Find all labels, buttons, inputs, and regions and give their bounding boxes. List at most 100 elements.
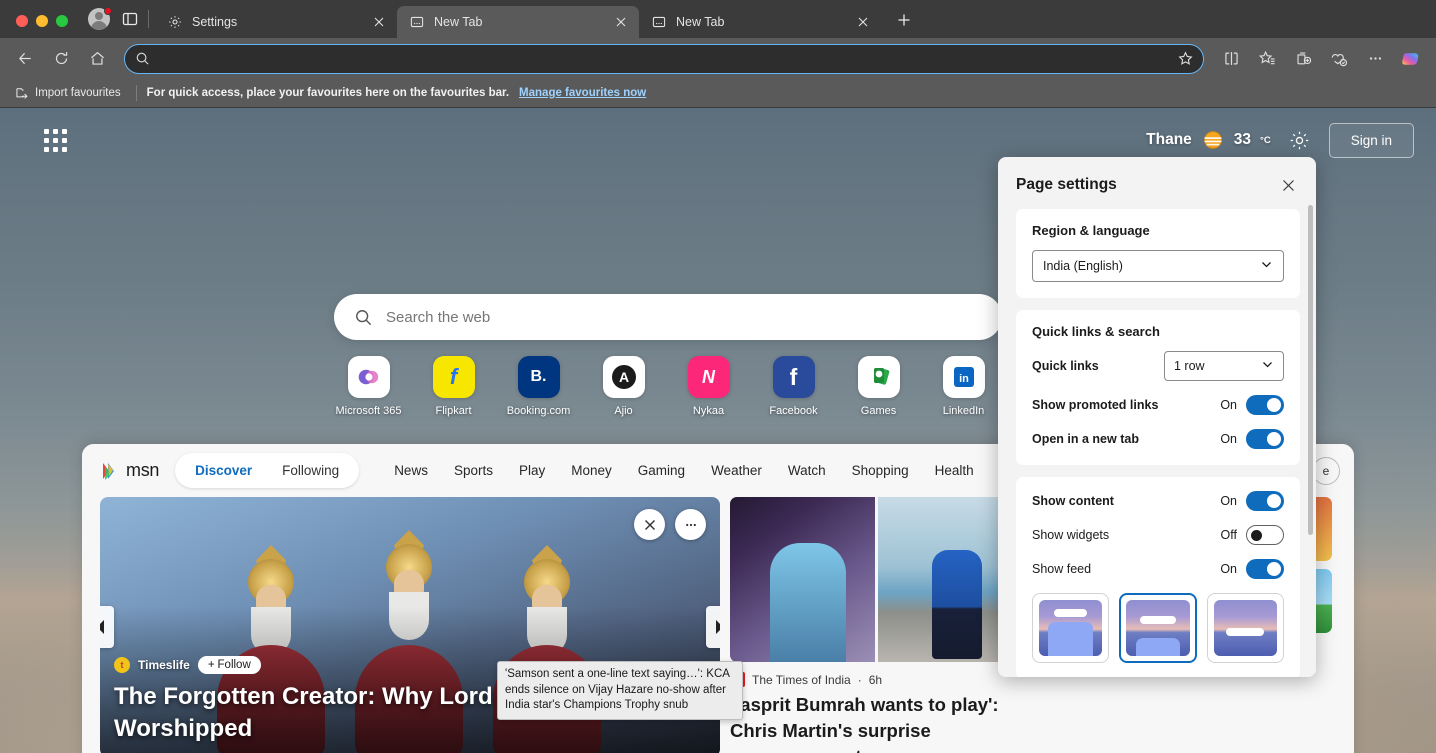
middle-article-meta: TOI The Times of India · 6h Jasprit Bumr… [730, 672, 1022, 753]
quick-link-ajio[interactable]: A Ajio [589, 356, 658, 417]
quick-link-games[interactable]: Games [844, 356, 913, 417]
show-widgets-toggle[interactable] [1246, 525, 1284, 545]
setting-row-open-in-new-tab: Open in a new tab On [1032, 429, 1284, 449]
middle-headline[interactable]: Jasprit Bumrah wants to play': Chris Mar… [730, 692, 1022, 753]
nav-link-play[interactable]: Play [506, 457, 558, 484]
quick-link-microsoft-365[interactable]: Microsoft 365 [334, 356, 403, 417]
theme-option-focus[interactable] [1032, 593, 1110, 663]
theme-option-inspirational[interactable] [1119, 593, 1197, 663]
tab-close-button[interactable] [611, 12, 631, 32]
show-widgets-state: Off [1220, 528, 1237, 542]
manage-favourites-link[interactable]: Manage favourites now [519, 87, 646, 99]
quick-link-label: Games [860, 405, 897, 417]
close-icon[interactable] [1276, 173, 1300, 197]
theme-option-informational[interactable] [1206, 593, 1284, 663]
msn-logo[interactable]: msn [100, 460, 159, 481]
quicklinks-card-title: Quick links & search [1032, 324, 1160, 339]
nav-link-shopping[interactable]: Shopping [839, 457, 922, 484]
ntp-top-right: Thane 33 °C Sign in [1146, 122, 1414, 158]
home-button[interactable] [80, 44, 114, 74]
address-bar[interactable] [124, 43, 1204, 74]
follow-button[interactable]: + Follow [197, 656, 261, 674]
new-tab-button[interactable] [889, 5, 919, 35]
nav-link-money[interactable]: Money [558, 457, 625, 484]
region-card-title: Region & language [1032, 223, 1150, 238]
quick-link-linkedin[interactable]: in LinkedIn [929, 356, 998, 417]
quick-link-flipkart[interactable]: f Flipkart [419, 356, 488, 417]
show-feed-label: Show feed [1032, 562, 1092, 576]
tab-discover[interactable]: Discover [181, 458, 266, 483]
search-icon [354, 308, 373, 327]
weather-widget[interactable]: Thane 33 °C [1146, 128, 1271, 152]
profile-avatar[interactable] [78, 7, 116, 38]
newtab-icon [409, 14, 425, 30]
tab-settings[interactable]: Settings [155, 6, 397, 38]
quick-link-nykaa[interactable]: N Nykaa [674, 356, 743, 417]
split-screen-icon[interactable] [1214, 44, 1248, 74]
region-select[interactable]: India (English) [1032, 250, 1284, 282]
show-promoted-links-toggle[interactable] [1246, 395, 1284, 415]
nav-link-weather[interactable]: Weather [698, 457, 775, 484]
sign-in-button[interactable]: Sign in [1328, 122, 1414, 158]
back-button[interactable] [8, 44, 42, 74]
theme-thumbnail [1039, 600, 1103, 656]
web-search-input[interactable] [386, 308, 982, 326]
gear-icon [167, 14, 183, 30]
svg-text:in: in [959, 373, 969, 385]
tab-new-tab-2[interactable]: New Tab [639, 6, 881, 38]
quick-links-rows-select[interactable]: 1 row [1164, 351, 1284, 381]
show-feed-toggle[interactable] [1246, 559, 1284, 579]
favourites-hint: For quick access, place your favourites … [146, 87, 510, 99]
tab-new-tab-1[interactable]: New Tab [397, 6, 639, 38]
app-grid-icon[interactable] [44, 128, 67, 152]
feed-profile-button[interactable]: e [1312, 457, 1340, 485]
favorites-icon[interactable] [1250, 44, 1284, 74]
browser-window: Settings New Tab New Tab Import favourit… [0, 0, 1436, 753]
page-settings-panel: Page settings Region & language India (E… [998, 157, 1316, 677]
middle-timestamp: 6h [868, 672, 883, 687]
minimize-window-button[interactable] [36, 15, 48, 27]
nav-link-news[interactable]: News [381, 457, 441, 484]
nav-link-gaming[interactable]: Gaming [625, 457, 698, 484]
setting-row-show-feed: Show feed On [1032, 559, 1284, 579]
quick-links-rows-value: 1 row [1174, 359, 1205, 373]
page-settings-gear-icon[interactable] [1287, 127, 1313, 153]
open-in-new-tab-toggle[interactable] [1246, 429, 1284, 449]
weather-city: Thane [1146, 131, 1192, 148]
quick-link-label: Facebook [769, 405, 818, 417]
show-content-toggle[interactable] [1246, 491, 1284, 511]
quick-link-booking[interactable]: B. Booking.com [504, 356, 573, 417]
tab-close-button[interactable] [853, 12, 873, 32]
browser-essentials-icon[interactable] [1322, 44, 1356, 74]
copilot-icon[interactable] [1394, 44, 1428, 74]
msn-wordmark: msn [126, 460, 160, 480]
nav-link-sports[interactable]: Sports [441, 457, 506, 484]
tab-title: New Tab [434, 15, 483, 29]
tab-actions-icon[interactable] [116, 5, 144, 33]
timeslife-logo-icon: t [114, 657, 130, 673]
middle-article-card[interactable]: TOI The Times of India · 6h Jasprit Bumr… [730, 497, 1022, 753]
collections-icon[interactable] [1286, 44, 1320, 74]
maximize-window-button[interactable] [56, 15, 68, 27]
quick-link-label: Flipkart [435, 405, 472, 417]
nav-link-health[interactable]: Health [922, 457, 987, 484]
tab-following[interactable]: Following [268, 458, 353, 483]
address-input[interactable] [158, 51, 1170, 66]
nav-link-watch[interactable]: Watch [775, 457, 839, 484]
show-feed-state: On [1220, 562, 1237, 576]
star-icon[interactable] [1178, 51, 1193, 66]
close-icon[interactable] [634, 509, 665, 540]
settings-more-icon[interactable] [1358, 44, 1392, 74]
refresh-button[interactable] [44, 44, 78, 74]
chevron-left-icon[interactable] [100, 606, 114, 648]
chevron-right-icon[interactable] [706, 606, 720, 648]
tab-close-button[interactable] [369, 12, 389, 32]
page-settings-scrollbar[interactable] [1308, 205, 1313, 535]
more-options-icon[interactable] [675, 509, 706, 540]
quick-link-facebook[interactable]: f Facebook [759, 356, 828, 417]
quick-link-label: LinkedIn [942, 405, 985, 417]
import-favourites-button[interactable]: Import favourites [10, 83, 126, 103]
web-search-box[interactable] [334, 294, 1002, 340]
hero-source-name: Timeslife [138, 658, 190, 672]
close-window-button[interactable] [16, 15, 28, 27]
